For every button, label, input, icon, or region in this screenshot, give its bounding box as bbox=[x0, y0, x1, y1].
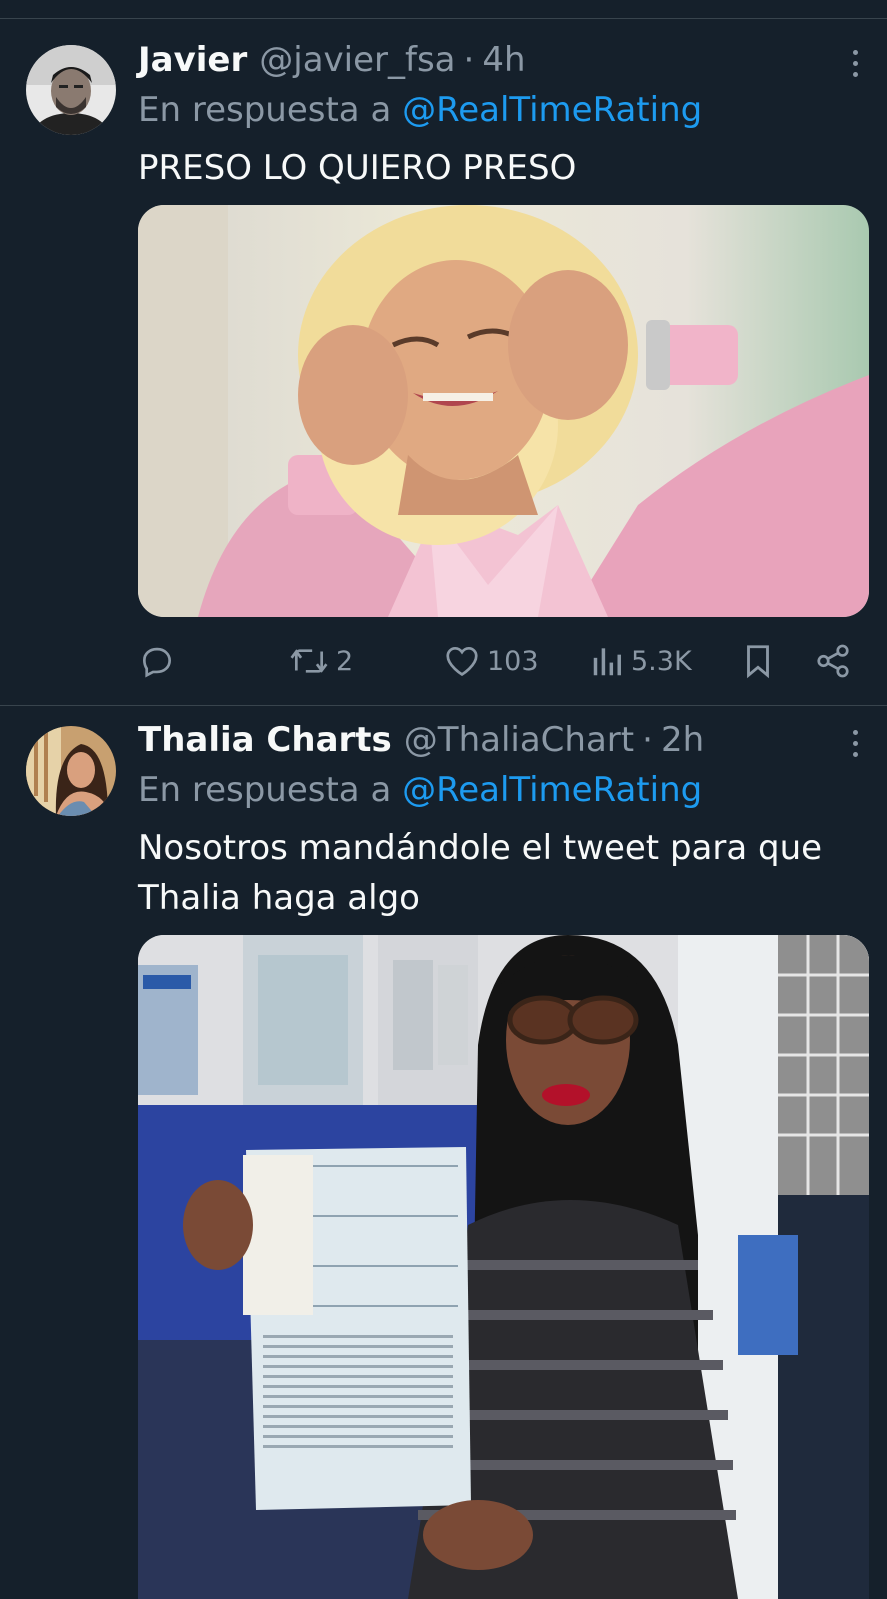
author-handle[interactable]: @ThaliaChart bbox=[404, 720, 634, 760]
reply-icon bbox=[142, 647, 172, 678]
reply-mention[interactable]: @RealTimeRating bbox=[402, 770, 702, 810]
author-handle[interactable]: @javier_fsa bbox=[259, 40, 455, 80]
tweet-1[interactable]: Javier @javier_fsa · 4h En respuesta a @… bbox=[0, 0, 887, 705]
views-button[interactable]: 5.3K bbox=[591, 641, 692, 681]
avatar[interactable] bbox=[26, 45, 116, 135]
tweet-header: Javier @javier_fsa · 4h bbox=[138, 40, 526, 82]
tweet-media[interactable] bbox=[138, 935, 869, 1599]
reply-context: En respuesta a @RealTimeRating bbox=[138, 90, 702, 130]
retweet-button[interactable]: 2 bbox=[288, 641, 353, 681]
share-icon bbox=[817, 644, 849, 678]
reply-button[interactable] bbox=[138, 641, 182, 681]
avatar[interactable] bbox=[26, 726, 116, 816]
more-icon[interactable] bbox=[849, 50, 861, 77]
tweet-text: Nosotros mandándole el tweet para que Th… bbox=[138, 828, 823, 918]
more-icon[interactable] bbox=[849, 730, 861, 757]
separator-dot: · bbox=[642, 720, 653, 760]
retweet-icon bbox=[290, 649, 328, 673]
share-button[interactable] bbox=[814, 641, 852, 681]
reply-mention[interactable]: @RealTimeRating bbox=[402, 90, 702, 130]
like-button[interactable]: 103 bbox=[443, 641, 539, 681]
tweet-media[interactable] bbox=[138, 205, 869, 617]
author-name[interactable]: Thalia Charts bbox=[138, 720, 392, 760]
views-count: 5.3K bbox=[631, 645, 692, 677]
tweet-header: Thalia Charts @ThaliaChart · 2h bbox=[138, 720, 704, 762]
tweet-text: PRESO LO QUIERO PRESO bbox=[138, 148, 577, 188]
like-count: 103 bbox=[487, 645, 539, 677]
retweet-count: 2 bbox=[336, 645, 354, 677]
tweet-actions: 2 103 5.3K bbox=[138, 641, 868, 681]
author-name[interactable]: Javier bbox=[138, 40, 247, 80]
reply-context: En respuesta a @RealTimeRating bbox=[138, 770, 702, 810]
reply-prefix: En respuesta a bbox=[138, 90, 392, 130]
views-icon bbox=[593, 648, 621, 676]
bookmark-icon bbox=[747, 645, 769, 679]
tweet-time[interactable]: 4h bbox=[482, 40, 525, 80]
bookmark-button[interactable] bbox=[741, 641, 775, 681]
tweet-time[interactable]: 2h bbox=[661, 720, 704, 760]
separator-dot: · bbox=[463, 40, 475, 80]
heart-icon bbox=[446, 646, 478, 677]
reply-prefix: En respuesta a bbox=[138, 770, 392, 810]
tweet-2[interactable]: Thalia Charts @ThaliaChart · 2h En respu… bbox=[0, 706, 887, 1599]
